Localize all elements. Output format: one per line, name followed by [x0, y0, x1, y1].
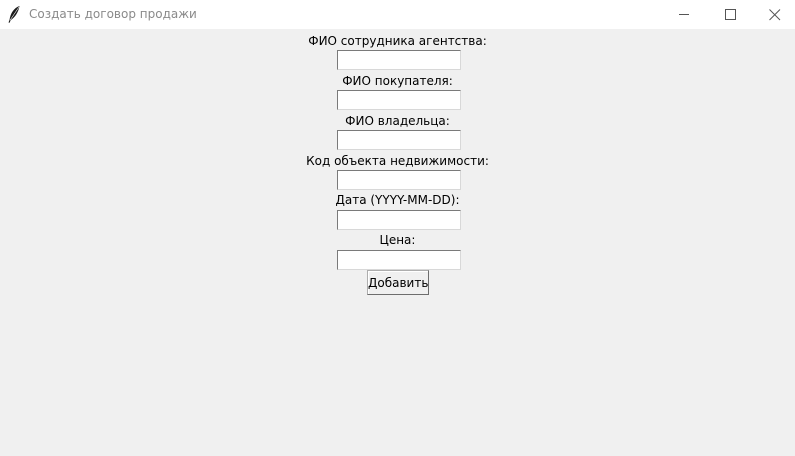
close-icon [769, 9, 781, 21]
title-bar[interactable]: Создать договор продажи [0, 0, 795, 29]
minimize-icon [679, 14, 689, 15]
maximize-button[interactable] [708, 0, 754, 29]
property-code-input[interactable] [337, 170, 461, 190]
owner-name-label: ФИО владельца: [345, 114, 450, 128]
buyer-name-input[interactable] [337, 90, 461, 110]
maximize-icon [725, 9, 736, 20]
price-input[interactable] [337, 250, 461, 270]
window-title: Создать договор продажи [29, 7, 197, 21]
date-label: Дата (YYYY-MM-DD): [335, 193, 460, 207]
feather-icon [7, 5, 21, 23]
minimize-button[interactable] [662, 0, 708, 29]
close-button[interactable] [752, 0, 795, 29]
employee-name-label: ФИО сотрудника агентства: [308, 34, 487, 48]
employee-name-input[interactable] [337, 50, 461, 70]
buyer-name-label: ФИО покупателя: [342, 74, 453, 88]
date-input[interactable] [337, 210, 461, 230]
price-label: Цена: [379, 233, 416, 247]
owner-name-input[interactable] [337, 130, 461, 150]
add-button[interactable]: Добавить [367, 270, 429, 295]
property-code-label: Код объекта недвижимости: [306, 154, 489, 168]
